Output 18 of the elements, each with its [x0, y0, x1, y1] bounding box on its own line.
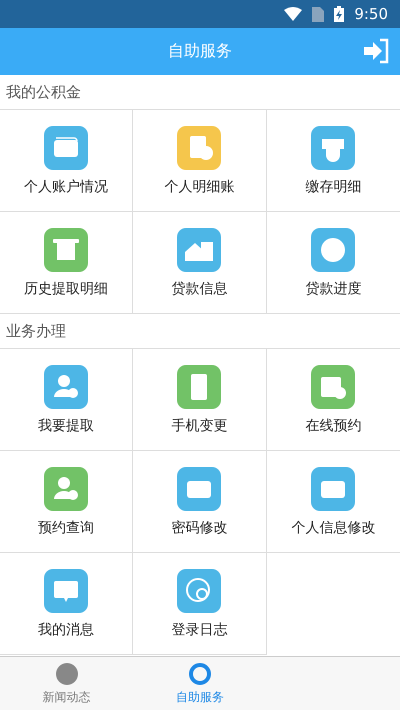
- status-time: 9:50: [354, 5, 388, 23]
- login-icon[interactable]: [362, 38, 390, 64]
- service-tile[interactable]: 贷款信息: [133, 212, 267, 314]
- service-tile[interactable]: 个人账户情况: [0, 110, 134, 212]
- service-tile[interactable]: 登录日志: [133, 553, 267, 655]
- service-tile[interactable]: 个人明细账: [133, 110, 267, 212]
- page-title: 自助服务: [168, 41, 232, 62]
- service-tile[interactable]: 我要提取: [0, 349, 134, 451]
- service-tile[interactable]: 密码修改: [133, 451, 267, 553]
- no-sim-icon: [312, 6, 324, 22]
- wifi-icon: [284, 7, 302, 21]
- service-tile[interactable]: 预约查询: [0, 451, 134, 553]
- service-tile[interactable]: 历史提取明细: [0, 212, 134, 314]
- service-tile[interactable]: 手机变更: [133, 349, 267, 451]
- nav-tab[interactable]: 新闻动态: [0, 657, 134, 710]
- service-tile[interactable]: 我的消息: [0, 553, 134, 655]
- ring-icon: [188, 662, 212, 686]
- battery-charging-icon: [334, 6, 344, 22]
